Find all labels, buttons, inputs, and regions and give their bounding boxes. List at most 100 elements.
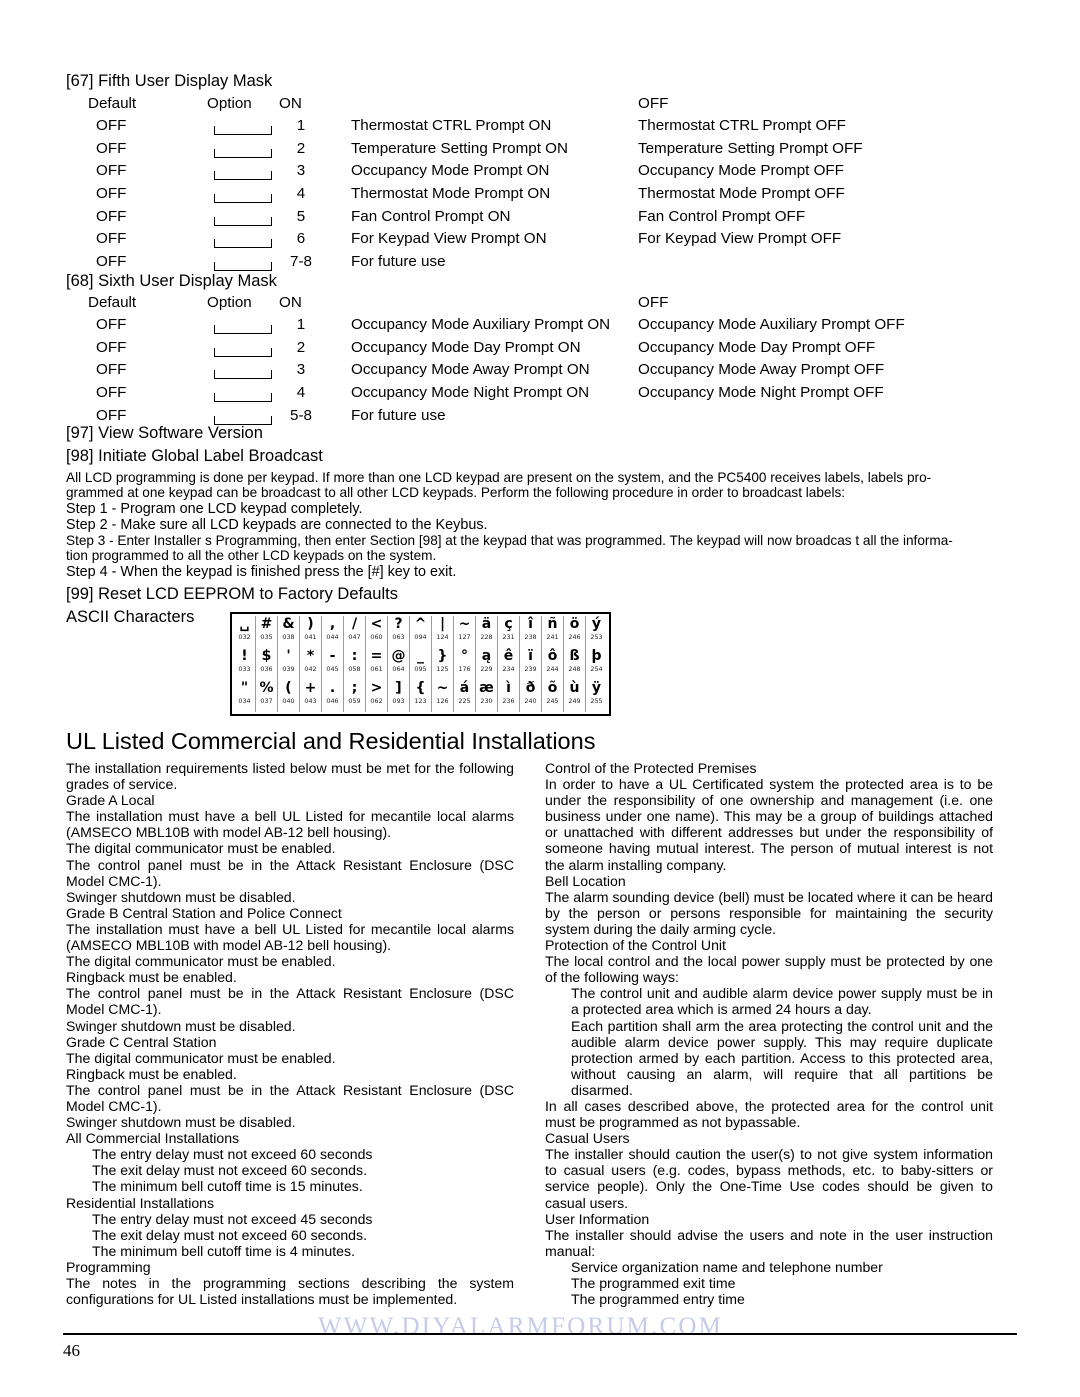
ascii-glyph: $: [261, 648, 272, 664]
casual-users-heading: Casual Users: [545, 1130, 630, 1147]
ascii-cell: ␣ 032: [234, 616, 256, 648]
option-off-description: Thermostat Mode Prompt OFF: [638, 185, 845, 203]
grade-a-heading: Grade A Local: [66, 792, 155, 809]
ascii-glyph: %: [259, 680, 274, 696]
ascii-code: 034: [238, 697, 251, 705]
option-default-value: OFF: [96, 230, 127, 248]
protection-item2: Each partition shall arm the area protec…: [571, 1017, 993, 1098]
ascii-code: 125: [436, 665, 449, 673]
ascii-cell: _ 095: [409, 648, 432, 680]
ascii-code: 038: [282, 633, 295, 641]
option-on-description: Thermostat CTRL Prompt ON: [351, 117, 552, 134]
ascii-glyph: ì: [506, 680, 511, 696]
commercial-line3: The minimum bell cutoff time is 15 minut…: [92, 1178, 363, 1195]
ascii-cell: ą 229: [475, 648, 498, 680]
ascii-cell: ä 228: [475, 616, 498, 648]
ascii-code: 033: [238, 665, 251, 673]
ascii-cell: #035: [255, 616, 278, 648]
ascii-glyph: ñ: [547, 616, 558, 632]
ascii-cell: ÿ 255: [586, 680, 608, 712]
ascii-cell: ) 041: [299, 616, 322, 648]
header-default: Default: [88, 294, 137, 311]
ascii-cell: ù 249: [563, 680, 586, 712]
option-write-in-blank[interactable]: [214, 261, 272, 272]
option-default-value: OFF: [96, 253, 127, 271]
control-premises-heading: Control of the Protected Premises: [545, 760, 757, 776]
footer-divider: [63, 1333, 1017, 1335]
option-on-description: Occupancy Mode Prompt ON: [351, 162, 550, 180]
option-write-in-blank[interactable]: [214, 193, 272, 204]
ascii-code: 234: [502, 665, 515, 673]
ascii-code: 236: [502, 697, 515, 705]
ascii-cell: ; 059: [343, 680, 366, 712]
ascii-code: 245: [546, 697, 559, 705]
option-write-in-blank[interactable]: [214, 148, 272, 158]
option-write-in-blank[interactable]: [214, 125, 272, 135]
ascii-glyph: ~: [458, 616, 471, 632]
section-98-intro-line1: All LCD programming is done per keypad. …: [66, 470, 932, 485]
ascii-cell: ð 240: [519, 680, 542, 712]
ascii-glyph: >: [370, 680, 383, 696]
ascii-code: 255: [590, 697, 603, 705]
option-row: OFF 4 Thermostat Mode Prompt ON Thermostat …: [66, 185, 1016, 208]
option-write-in-blank[interactable]: [214, 238, 272, 249]
ascii-cell: ' 039: [277, 648, 300, 680]
option-on-description: Occupancy Mode Night Prompt ON: [351, 384, 590, 402]
option-write-in-blank[interactable]: [214, 216, 272, 226]
ascii-cell: @064: [387, 648, 410, 680]
ascii-glyph: ð: [525, 680, 536, 696]
option-write-in-blank[interactable]: [214, 170, 272, 181]
option-table-header: Default Option ON OFF: [66, 95, 1016, 117]
ascii-cell: ö 246: [563, 616, 586, 648]
option-on-description: Temperature Setting Prompt ON: [351, 139, 568, 157]
ascii-cell: :058: [343, 648, 366, 680]
watermark: WWW.DIYALARMFORUM.COM: [318, 1313, 724, 1340]
option-write-in-blank[interactable]: [214, 392, 272, 403]
option-write-in-blank[interactable]: [214, 324, 272, 334]
option-number: 7-8: [290, 253, 312, 271]
ascii-cell: , 044: [321, 616, 344, 648]
option-default-value: OFF: [96, 406, 127, 424]
option-off-description: Occupancy Mode Auxiliary Prompt OFF: [638, 316, 905, 333]
option-number: 3: [296, 361, 306, 379]
grade-c-heading: Grade C Central Station: [66, 1033, 217, 1050]
residential-line3: The minimum bell cutoff time is 4 minute…: [92, 1242, 355, 1259]
ascii-cell: {123: [409, 680, 432, 712]
section-title-67: [67] Fifth User Display Mask: [66, 72, 273, 90]
ascii-cell: ^ 094: [409, 616, 432, 648]
commercial-line1: The entry delay must not exceed 60 secon…: [92, 1146, 373, 1163]
ascii-code: 061: [370, 665, 383, 673]
ascii-cell: } 125: [431, 648, 454, 680]
ascii-code: 045: [326, 665, 339, 673]
ascii-cell: æ 230: [475, 680, 498, 712]
ascii-cell: * 042: [299, 648, 322, 680]
ascii-code: 037: [260, 697, 273, 705]
casual-users-paragraph: The installer should caution the user(s)…: [545, 1146, 993, 1211]
ascii-cell: þ 254: [586, 648, 608, 680]
ascii-glyph: þ: [591, 648, 602, 664]
ascii-code: 246: [568, 633, 581, 641]
option-number: 4: [296, 384, 306, 402]
ascii-code: 225: [458, 697, 471, 705]
ascii-glyph: _: [417, 648, 424, 664]
ascii-glyph: ^: [414, 616, 427, 632]
ascii-glyph: @: [391, 648, 406, 664]
ascii-cell: ì 236: [497, 680, 520, 712]
option-write-in-blank[interactable]: [214, 347, 272, 357]
ascii-code: 244: [546, 665, 559, 673]
ascii-characters-label: ASCII Characters: [66, 608, 195, 626]
option-row: OFF 2 Temperature Setting Prompt ON Tempera…: [66, 140, 1016, 163]
ascii-code: 060: [370, 633, 383, 641]
ascii-glyph: ]: [395, 680, 402, 696]
ascii-code: 238: [524, 633, 537, 641]
ascii-cell: ~127: [453, 616, 476, 648]
option-write-in-blank[interactable]: [214, 369, 272, 380]
ascii-glyph: ô: [547, 648, 558, 664]
ascii-glyph: /: [351, 616, 358, 632]
ascii-glyph: ␣: [239, 616, 250, 632]
grade-c-line4: Swinger shutdown must be disabled.: [66, 1114, 296, 1131]
ascii-code: 062: [370, 697, 383, 705]
ascii-glyph: ê: [503, 648, 514, 664]
grade-a-line3: The control panel must be in the Attack …: [66, 856, 514, 889]
ascii-code: 046: [326, 697, 339, 705]
